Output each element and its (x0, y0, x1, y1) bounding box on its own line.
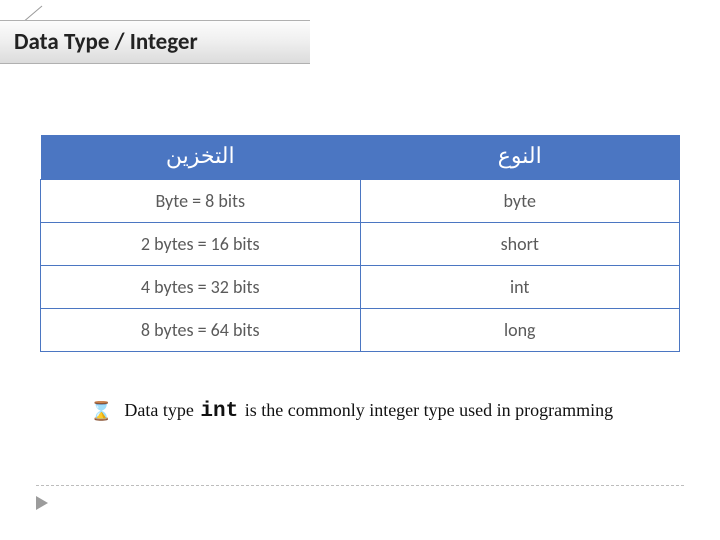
slide-title: Data Type / Integer (0, 20, 310, 64)
divider-dashed (36, 485, 684, 486)
footnote: ⌛ Data type int is the commonly integer … (90, 400, 690, 423)
cell-type: byte (360, 180, 680, 223)
table-row: 2 bytes = 16 bits short (41, 223, 680, 266)
cell-type: short (360, 223, 680, 266)
table-row: 4 bytes = 32 bits int (41, 266, 680, 309)
cell-storage: 8 bytes = 64 bits (41, 309, 361, 352)
footnote-keyword: int (198, 400, 240, 423)
cell-storage: Byte = 8 bits (41, 180, 361, 223)
col-header-type: النوع (360, 135, 680, 180)
cell-storage: 2 bytes = 16 bits (41, 223, 361, 266)
slide-marker-icon (36, 496, 52, 510)
cell-storage: 4 bytes = 32 bits (41, 266, 361, 309)
footnote-text: Data type int is the commonly integer ty… (124, 400, 613, 423)
cell-type: long (360, 309, 680, 352)
col-header-storage: التخزين (41, 135, 361, 180)
hourglass-icon: ⌛ (90, 401, 112, 422)
data-type-table: التخزين النوع Byte = 8 bits byte 2 bytes… (40, 135, 680, 352)
table-header-row: التخزين النوع (41, 135, 680, 180)
table-row: 8 bytes = 64 bits long (41, 309, 680, 352)
cell-type: int (360, 266, 680, 309)
footnote-pre: Data type (124, 400, 198, 420)
footnote-post: is the commonly integer type used in pro… (240, 400, 613, 420)
table-row: Byte = 8 bits byte (41, 180, 680, 223)
